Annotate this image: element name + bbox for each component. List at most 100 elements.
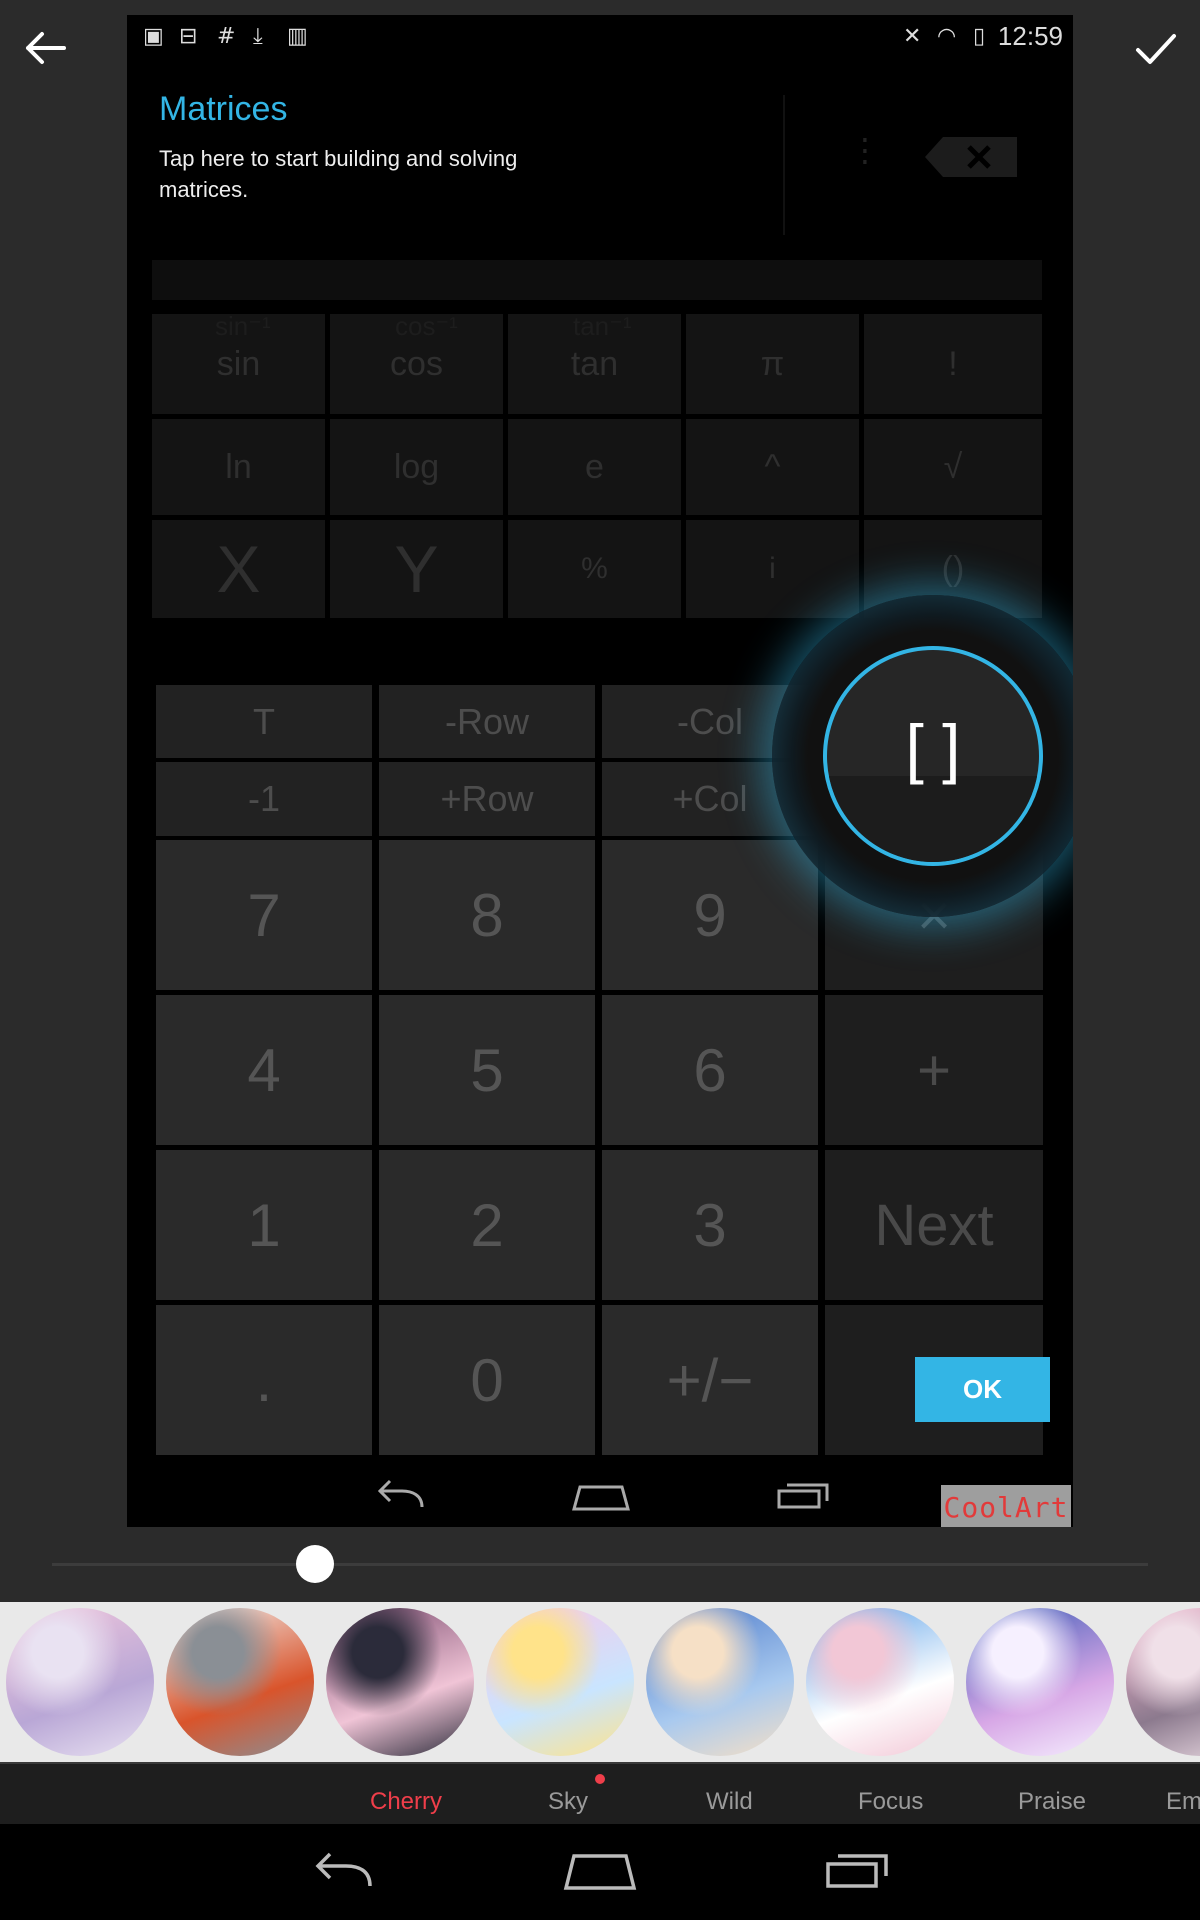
key-label: +/− [666, 1346, 754, 1414]
gallery-icon: ▣ [143, 24, 164, 49]
key-decimal: . [156, 1305, 372, 1455]
home-icon[interactable] [562, 1850, 638, 1892]
key-label: -Row [444, 700, 529, 742]
key-add-row: +Row [379, 762, 595, 836]
filter-label-wild[interactable]: Wild [706, 1788, 753, 1816]
key-factorial: ! [864, 314, 1042, 414]
filter-label-em[interactable]: Em [1166, 1788, 1200, 1816]
key-log: log [330, 419, 503, 515]
key-label: . [255, 1346, 273, 1414]
filter-thumbnail[interactable] [646, 1608, 794, 1756]
key-label: ! [948, 344, 958, 383]
tooltip-description[interactable]: Tap here to start building and solving m… [159, 143, 589, 205]
inner-nav-bar [127, 1465, 1073, 1527]
key-3: 3 [602, 1150, 818, 1300]
filter-label-bar: Cherry Sky Wild Focus Praise Em [0, 1762, 1200, 1826]
key-label: + [917, 1037, 951, 1103]
key-label: 3 [693, 1191, 727, 1259]
key-power: ^ [686, 419, 859, 515]
filter-thumbnail[interactable] [6, 1608, 154, 1756]
filter-thumbnail[interactable] [326, 1608, 474, 1756]
scientific-keys-header [152, 260, 1042, 300]
system-nav-bar [0, 1824, 1200, 1920]
key-label: ^ [764, 447, 781, 486]
key-label: e [585, 447, 604, 486]
key-label: -Col [676, 700, 743, 742]
filter-label-sky[interactable]: Sky [548, 1788, 588, 1816]
key-label: 9 [693, 881, 727, 949]
key-7: 7 [156, 840, 372, 990]
key-e: e [508, 419, 681, 515]
coolart-watermark: CoolArt [941, 1485, 1071, 1527]
back-icon[interactable] [310, 1850, 376, 1894]
key-label: X [216, 532, 261, 606]
key-label: T [253, 700, 275, 742]
intensity-slider-track[interactable] [52, 1563, 1148, 1566]
recents-icon[interactable] [824, 1848, 892, 1892]
key-label: Next [874, 1192, 994, 1258]
hash-icon: # [217, 24, 236, 49]
preview-image: ▣ ⊟ # ⤓ ▥ ✕ ◠ ▯ 12:59 Matrices Tap here … [127, 15, 1073, 1527]
key-inverse: -1 [156, 762, 372, 836]
key-6: 6 [602, 995, 818, 1145]
filter-thumbnail[interactable] [1126, 1608, 1200, 1756]
filter-thumbnail[interactable] [166, 1608, 314, 1756]
key-label: ln [225, 447, 252, 486]
key-label: +Row [440, 778, 534, 819]
matrix-bracket-label: [ ] [905, 711, 961, 785]
ok-button[interactable]: OK [915, 1357, 1050, 1422]
confirm-check-icon[interactable] [1128, 20, 1184, 76]
key-label: 1 [247, 1191, 281, 1259]
key-label: 4 [247, 1036, 281, 1104]
key-label: π [760, 344, 785, 383]
filter-label-cherry[interactable]: Cherry [370, 1788, 442, 1816]
inner-status-bar: ▣ ⊟ # ⤓ ▥ ✕ ◠ ▯ 12:59 [127, 15, 1073, 55]
key-ln: ln [152, 419, 325, 515]
key-x: X [152, 520, 325, 618]
key-remove-row: -Row [379, 685, 595, 758]
filter-thumbnail[interactable] [486, 1608, 634, 1756]
key-i: i [686, 520, 859, 618]
key-y: Y [330, 520, 503, 618]
inner-back-icon [377, 1479, 424, 1508]
wifi-icon: ◠ [937, 24, 957, 49]
filter-label-praise[interactable]: Praise [1018, 1788, 1086, 1816]
filter-strip [0, 1602, 1200, 1762]
key-label: sin [216, 344, 261, 383]
key-label: +Col [672, 778, 748, 819]
key-label: 6 [693, 1036, 727, 1104]
tooltip-title: Matrices [159, 90, 288, 128]
key-sqrt: √ [864, 419, 1042, 515]
controller-icon: ⊟ [179, 24, 198, 49]
key-label: 2 [470, 1191, 504, 1259]
key-plus-minus: +/− [602, 1305, 818, 1455]
filter-thumbnail[interactable] [806, 1608, 954, 1756]
key-0: 0 [379, 1305, 595, 1455]
key-transpose: T [156, 685, 372, 758]
back-arrow-icon[interactable] [18, 20, 74, 76]
backspace-icon [923, 135, 1027, 179]
divider [783, 95, 785, 235]
key-pi: π [686, 314, 859, 414]
intensity-slider-thumb[interactable] [296, 1545, 335, 1583]
key-label: cos [390, 344, 443, 383]
key-percent: % [508, 520, 681, 618]
filter-thumbnail[interactable] [966, 1608, 1114, 1756]
key-label: 7 [247, 881, 281, 949]
key-label: 5 [470, 1036, 504, 1104]
barcode-icon: ▥ [287, 24, 308, 49]
key-4: 4 [156, 995, 372, 1145]
key-cos-inverse: cos⁻¹ [395, 311, 458, 341]
key-label: log [393, 447, 440, 486]
matrix-spotlight-button[interactable]: [ ] [823, 646, 1043, 866]
key-9: 9 [602, 840, 818, 990]
key-next: Next [825, 1150, 1043, 1300]
overflow-menu-icon: ⋮ [849, 131, 881, 169]
key-5: 5 [379, 995, 595, 1145]
key-plus: + [825, 995, 1043, 1145]
inner-home-icon [572, 1485, 630, 1511]
new-indicator-dot [595, 1774, 605, 1784]
filter-label-focus[interactable]: Focus [858, 1788, 923, 1816]
mute-icon: ✕ [903, 24, 922, 49]
key-2: 2 [379, 1150, 595, 1300]
